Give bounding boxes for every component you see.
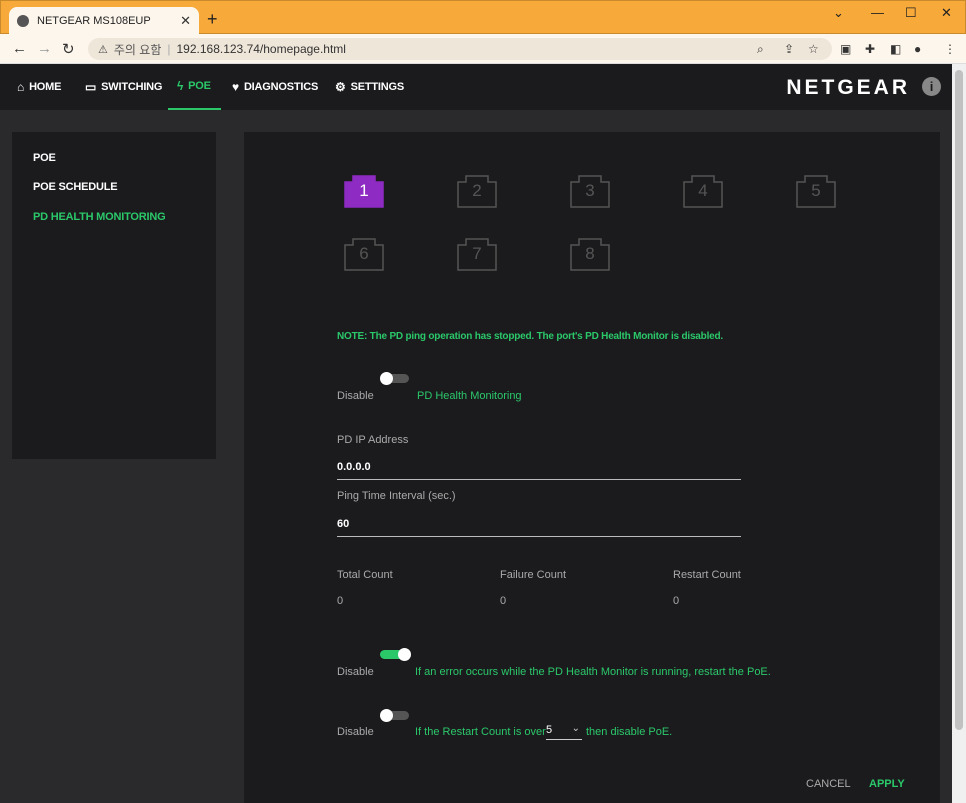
nav-diagnostics-label: DIAGNOSTICS [243,81,319,93]
status-note: NOTE: The PD ping operation has stopped.… [337,331,724,342]
top-navigation: ⌂ HOME ▭ SWITCHING ϟ POE ♥ DIAGNOSTICS ⚙… [0,64,966,110]
sidepanel-icon[interactable]: ◧ [890,42,901,56]
warning-icon: ⚠ [98,43,108,56]
ping-interval-label: Ping Time Interval (sec.) [337,490,456,502]
new-tab-button[interactable]: + [207,9,218,30]
nav-home[interactable]: ⌂ HOME [17,64,61,110]
star-icon[interactable]: ☆ [808,42,819,56]
cancel-button[interactable]: CANCEL [806,778,851,790]
back-button[interactable]: ← [12,40,27,57]
home-icon: ⌂ [17,80,25,94]
profile-avatar[interactable]: ● [914,42,921,56]
health-toggle-label: PD Health Monitoring [417,390,522,402]
nav-settings-label: SETTINGS [350,81,405,93]
port-number: 1 [359,181,369,200]
scrollbar-thumb[interactable] [955,70,963,730]
total-count-value: 0 [337,595,344,607]
port-3[interactable]: 3 [570,174,610,208]
port-number: 4 [698,181,708,200]
url-separator: | [167,42,171,56]
restart-toggle-label: If an error occurs while the PD Health M… [415,666,771,678]
menu-icon[interactable]: ⋮ [944,42,956,56]
disable-toggle-label-after: then disable PoE. [586,726,673,738]
port-7[interactable]: 7 [457,237,497,271]
port-number: 3 [585,181,595,200]
lightning-icon: ϟ [177,79,184,93]
close-window-button[interactable]: ✕ [941,5,952,21]
ping-interval-input[interactable]: 60 [337,518,741,537]
port-number: 2 [472,181,482,200]
restart-count-select-value: 5 [546,724,553,736]
nav-poe[interactable]: ϟ POE [168,64,221,110]
pd-ip-label: PD IP Address [337,434,409,446]
sidebar: POE POE SCHEDULE PD HEALTH MONITORING [12,132,216,459]
port-number: 8 [585,244,595,263]
security-label: 주의 요함 [113,42,162,57]
restart-toggle-state: Disable [337,666,374,678]
cast-icon[interactable]: ▣ [840,42,851,56]
port-2[interactable]: 2 [457,174,497,208]
gear-icon: ⚙ [335,80,346,94]
health-toggle-state: Disable [337,390,374,402]
pd-ip-input[interactable]: 0.0.0.0 [337,461,741,480]
port-number: 7 [472,244,482,263]
minimize-button[interactable]: — [871,5,884,20]
health-monitoring-toggle[interactable] [380,372,410,385]
disable-toggle-label-before: If the Restart Count is over [415,726,546,738]
close-tab-icon[interactable]: ✕ [180,13,191,29]
disable-poe-toggle[interactable] [380,709,410,722]
maximize-button[interactable]: ☐ [905,5,917,21]
extensions-icon[interactable]: ✚ [865,42,875,56]
restart-count-label: Restart Count [673,569,741,581]
zoom-icon[interactable]: ⌕ [757,42,764,57]
nav-switching-label: SWITCHING [101,81,163,93]
address-bar-area: ← → ↻ ⚠ 주의 요함 | 192.168.123.74/homepage.… [0,34,966,64]
browser-tab[interactable]: NETGEAR MS108EUP ✕ [9,7,199,35]
globe-icon [17,15,29,27]
sidebar-item-poe[interactable]: POE [33,152,56,164]
browser-tab-title: NETGEAR MS108EUP [37,15,151,27]
port-number: 6 [359,244,369,263]
reload-button[interactable]: ↻ [62,40,75,58]
port-4[interactable]: 4 [683,174,723,208]
share-icon[interactable]: ⇪ [784,42,794,56]
nav-switching[interactable]: ▭ SWITCHING [85,64,162,110]
failure-count-label: Failure Count [500,569,567,581]
restart-count-value: 0 [673,595,680,607]
info-icon[interactable]: i [922,77,941,96]
url-input[interactable]: ⚠ 주의 요함 | 192.168.123.74/homepage.html [88,38,832,60]
port-number: 5 [811,181,821,200]
sidebar-item-pd-health-monitoring[interactable]: PD HEALTH MONITORING [33,211,166,223]
scrollbar[interactable] [952,64,966,803]
apply-button[interactable]: APPLY [869,778,905,790]
total-count-label: Total Count [337,569,393,581]
nav-poe-label: POE [188,80,211,92]
browser-tab-bar: NETGEAR MS108EUP ✕ + ⌄ — ☐ ✕ [0,0,966,35]
sidebar-item-poe-schedule[interactable]: POE SCHEDULE [33,181,118,193]
chevron-down-icon[interactable]: ⌄ [833,5,844,21]
brand-logo: NETGEAR [786,76,910,99]
port-6[interactable]: 6 [344,237,384,271]
url-text: 192.168.123.74/homepage.html [176,42,346,56]
forward-button[interactable]: → [37,40,52,57]
toggle-knob [398,648,411,661]
switch-icon: ▭ [85,80,97,94]
failure-count-value: 0 [500,595,507,607]
port-1[interactable]: 1 [344,174,384,208]
nav-settings[interactable]: ⚙ SETTINGS [335,64,404,110]
main-panel: 1 2 3 4 5 6 7 8 NOTE: The PD ping operation has… [244,132,940,803]
toggle-knob [380,709,393,722]
port-5[interactable]: 5 [796,174,836,208]
nav-diagnostics[interactable]: ♥ DIAGNOSTICS [232,64,318,110]
restart-count-select[interactable]: 5 ⌄ [546,723,582,740]
chevron-down-icon: ⌄ [571,723,580,734]
port-8[interactable]: 8 [570,237,610,271]
disable-toggle-state: Disable [337,726,374,738]
heart-icon: ♥ [232,80,239,94]
toggle-knob [380,372,393,385]
nav-home-label: HOME [29,81,62,93]
restart-poe-toggle[interactable] [380,648,411,661]
